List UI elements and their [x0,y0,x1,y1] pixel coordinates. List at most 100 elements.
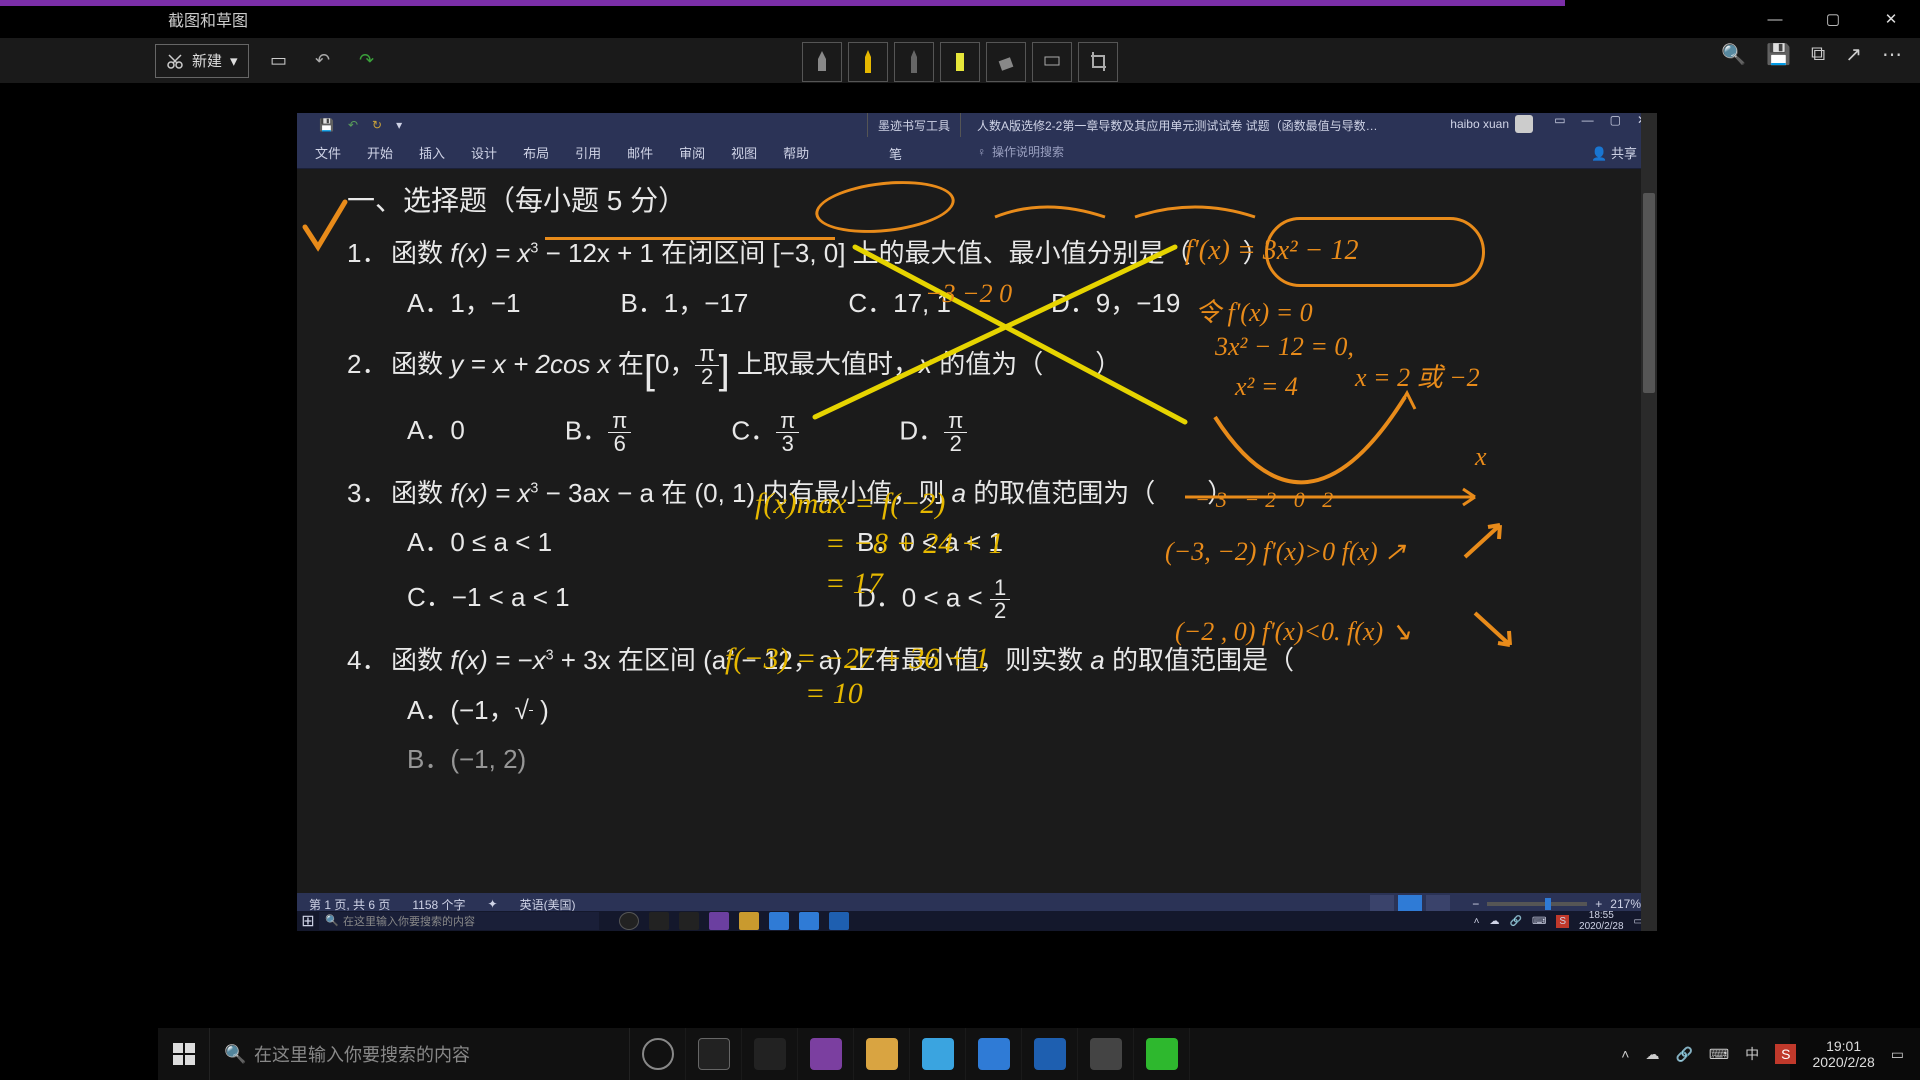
more-icon[interactable]: ⋯ [1882,42,1902,67]
tab-review[interactable]: 审阅 [679,143,705,162]
tab-insert[interactable]: 插入 [419,143,445,162]
tab-pen[interactable]: 笔 [889,137,902,169]
minimize-button[interactable]: — [1746,0,1804,38]
inner-camera-icon[interactable] [679,912,699,930]
highlighter-button[interactable] [940,42,980,82]
inner-app1-icon[interactable] [769,912,789,930]
outer-tray-chevron-icon[interactable]: ˄ [1621,1046,1629,1062]
outer-start-button[interactable] [158,1028,210,1080]
user-account[interactable]: haibo xuan [1450,115,1533,133]
open-button[interactable]: ▭ [261,43,297,79]
snip-sketch-window: 截图和草图 — ▢ ✕ 新建 ▾ ▭ ↶ ↷ 🔍 � [0,0,1920,1080]
outer-app1-icon[interactable] [910,1028,966,1080]
status-page[interactable]: 第 1 页, 共 6 页 [309,896,390,913]
undo-button[interactable]: ↶ [305,43,341,79]
windows-logo-icon [173,1043,195,1065]
copy-icon[interactable]: ⧉ [1811,43,1825,66]
ribbon-options-button[interactable]: ▭ [1554,113,1565,127]
outer-taskview-icon[interactable] [686,1028,742,1080]
outer-camera-icon[interactable] [742,1028,798,1080]
tab-help[interactable]: 帮助 [783,143,809,162]
outer-word-icon[interactable] [1022,1028,1078,1080]
tab-home[interactable]: 开始 [367,143,393,162]
qat-redo-icon[interactable]: ↻ [372,118,382,132]
inner-app2-icon[interactable] [799,912,819,930]
outer-tray-link-icon[interactable]: 🔗 [1675,1046,1692,1063]
inner-tray-link-icon[interactable]: 🔗 [1509,916,1521,927]
qat-more-icon[interactable]: ▾ [396,118,402,132]
inner-taskbar: ⊞ 🔍 在这里输入你要搜索的内容 ˄ ☁ [297,911,1653,931]
ballpoint-pen-button[interactable] [848,42,888,82]
tab-references[interactable]: 引用 [575,143,601,162]
inner-clock[interactable]: 18:55 2020/2/28 [1579,910,1624,932]
inner-onenote-icon[interactable] [709,912,729,930]
zoom-out-button[interactable]: − [1472,897,1479,911]
new-snip-button[interactable]: 新建 ▾ [155,44,249,78]
qat-undo-icon[interactable]: ↶ [348,118,358,132]
outer-search-box[interactable]: 🔍 在这里输入你要搜索的内容 [210,1028,630,1080]
outer-tray-ime1-icon[interactable]: 中 [1745,1044,1759,1064]
maximize-button[interactable]: ▢ [1804,0,1862,38]
window-controls: — ▢ ✕ [1746,0,1920,38]
inner-cortana-icon[interactable] [619,912,639,930]
zoom-slider[interactable] [1487,902,1587,906]
zoom-icon[interactable]: 🔍 [1721,42,1746,67]
pencil-button[interactable] [894,42,934,82]
outer-notification-icon[interactable]: ▭ [1891,1046,1904,1063]
outer-cortana-icon[interactable] [630,1028,686,1080]
word-min-button[interactable]: — [1582,113,1594,127]
touch-write-button[interactable] [802,42,842,82]
share-icon[interactable]: ↗ [1845,42,1862,67]
inner-word-icon[interactable] [829,912,849,930]
outer-iqiyi-icon[interactable] [1134,1028,1190,1080]
outer-explorer-icon[interactable] [854,1028,910,1080]
word-max-button[interactable]: ▢ [1610,113,1621,127]
status-language[interactable]: 英语(美国) [520,896,576,913]
save-icon[interactable]: 💾 [1766,42,1791,67]
outer-tray-cloud-icon[interactable]: ☁ [1645,1046,1659,1063]
scrollbar-thumb[interactable] [1643,193,1655,393]
avatar [1515,115,1533,133]
outer-task-icons [630,1028,1190,1080]
document-page[interactable]: 一、选择题（每小题 5 分） 1． 函数 f(x) = x3 − 12x + 1… [297,169,1653,895]
inner-tray-ime-icon[interactable]: S [1556,915,1569,928]
inner-tray-cloud-icon[interactable]: ☁ [1489,916,1499,927]
tab-mailings[interactable]: 邮件 [627,143,653,162]
redo-button[interactable]: ↷ [349,43,385,79]
ink-tools-tab[interactable]: 墨迹书写工具 [867,113,961,137]
inner-search-box[interactable]: 🔍 在这里输入你要搜索的内容 [319,912,599,930]
inner-tray-keyboard-icon[interactable]: ⌨ [1532,916,1546,927]
inner-search-placeholder: 在这里输入你要搜索的内容 [343,913,475,929]
status-proof-icon[interactable]: ✦ [488,897,498,911]
outer-clock[interactable]: 19:01 2020/2/28 [1812,1038,1874,1070]
document-title: 人数A版选修2-2第一章导数及其应用单元测试试卷 试题（函数最值与导数… [977,113,1378,137]
inner-vertical-scrollbar[interactable] [1641,113,1657,931]
tab-layout[interactable]: 布局 [523,143,549,162]
inner-tray-chevron-icon[interactable]: ˄ [1474,916,1480,927]
tell-me-search[interactable]: ♀ 操作说明搜索 [977,143,1064,160]
ruler-button[interactable] [1032,42,1072,82]
close-button[interactable]: ✕ [1862,0,1920,38]
eraser-button[interactable] [986,42,1026,82]
inner-taskview-icon[interactable] [649,912,669,930]
tab-file[interactable]: 文件 [315,143,341,162]
outer-tray-ime2-icon[interactable]: S [1775,1044,1796,1064]
zoom-slider-knob[interactable] [1545,898,1551,910]
share-button[interactable]: 👤 共享 [1591,143,1637,162]
zoom-percent[interactable]: 217% [1610,897,1641,911]
crop-button[interactable] [1078,42,1118,82]
status-words[interactable]: 1158 个字 [412,896,465,913]
new-label: 新建 [192,50,222,71]
outer-onenote-icon[interactable] [798,1028,854,1080]
q3-opt-c: C．−1 < a < 1 [407,577,787,622]
outer-snip-icon[interactable] [1078,1028,1134,1080]
zoom-in-button[interactable]: + [1595,897,1602,911]
tab-view[interactable]: 视图 [731,143,757,162]
tab-design[interactable]: 设计 [471,143,497,162]
search-bulb-icon: ♀ [977,145,986,159]
inner-explorer-icon[interactable] [739,912,759,930]
outer-app2-icon[interactable] [966,1028,1022,1080]
outer-tray-keyboard-icon[interactable]: ⌨ [1709,1046,1729,1063]
inner-start-button[interactable]: ⊞ [297,911,319,931]
qat-save-icon[interactable]: 💾 [319,118,334,132]
